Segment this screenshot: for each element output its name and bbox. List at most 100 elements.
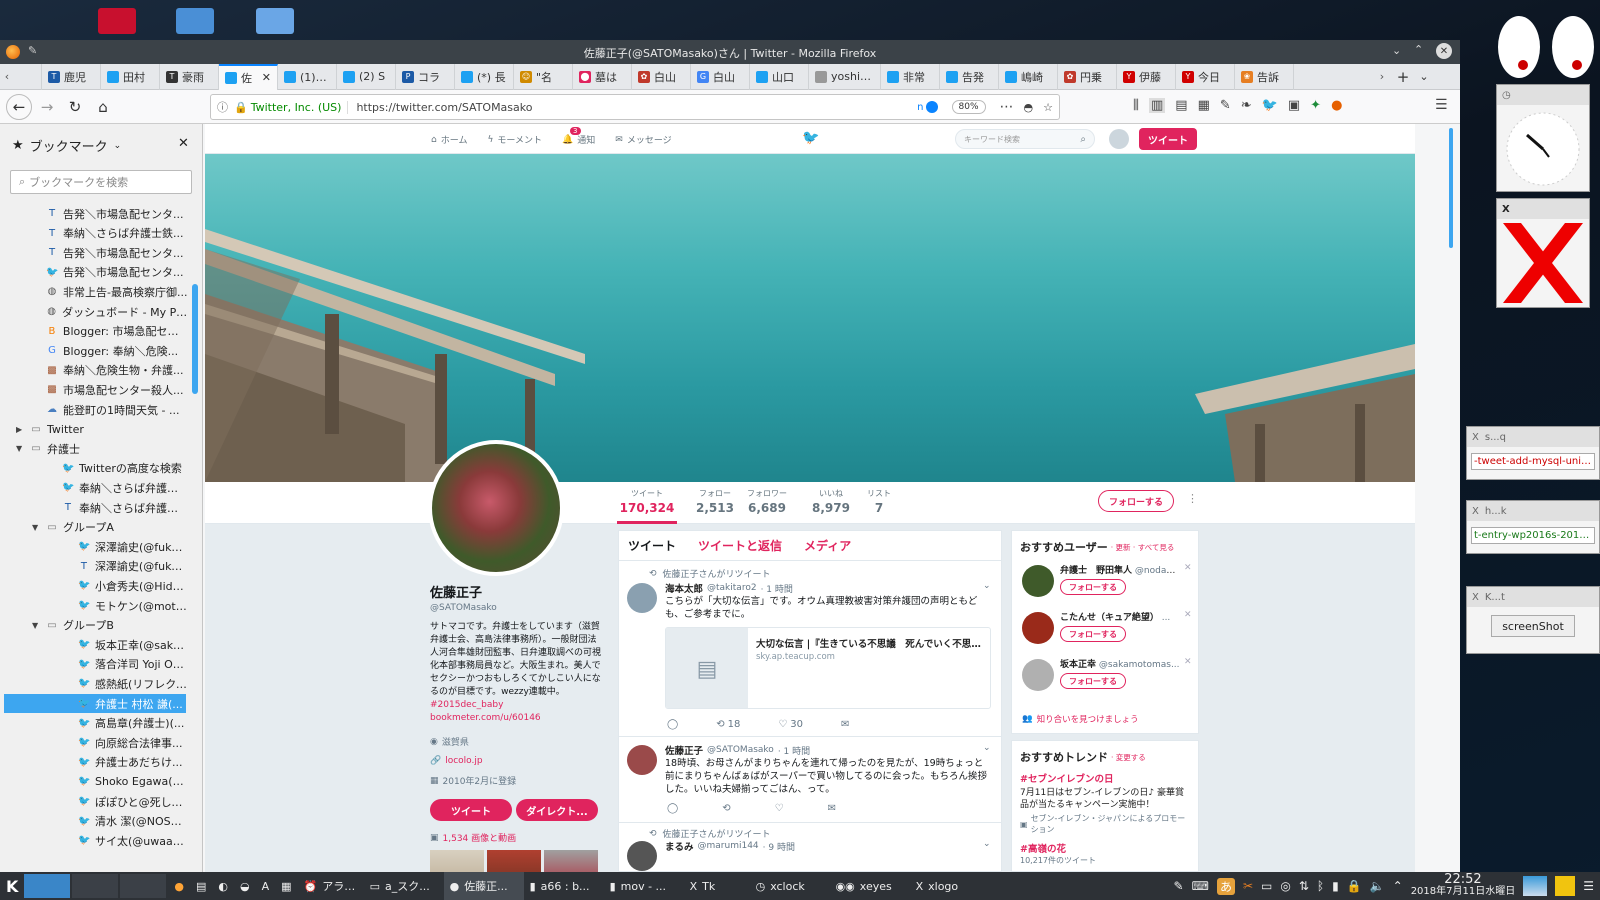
media-thumbnail[interactable] — [430, 850, 484, 872]
profile-handle[interactable]: @SATOMasako — [430, 603, 605, 613]
toggle-dot-icon[interactable] — [925, 101, 938, 113]
tray-display-icon[interactable]: ▭ — [1261, 879, 1272, 893]
maximize-icon[interactable]: ⌃ — [1414, 43, 1423, 56]
lock-icon[interactable]: 🔒 — [234, 101, 248, 114]
home-icon[interactable]: ⌂ — [90, 94, 116, 120]
bookmark-item[interactable]: G Blogger: 奉納＼危険... — [0, 341, 188, 360]
bookmark-item[interactable]: ☁ 能登町の1時間天気 - ... — [0, 400, 188, 419]
site-identity[interactable]: Twitter, Inc. (US) — [251, 100, 349, 114]
suggested-user[interactable]: こたんせ（キュア絶望） ... ✕ フォローする — [1012, 608, 1198, 655]
tweet-author-handle[interactable]: @SATOMasako — [707, 745, 774, 755]
dismiss-icon[interactable]: ✕ — [1184, 610, 1192, 620]
bookmark-item[interactable]: ◍ ダッシュボード - My Pro... — [0, 302, 188, 321]
trend-item[interactable]: #高嶺の花 10,217件のツイート — [1012, 835, 1198, 866]
tweet-avatar[interactable] — [627, 583, 657, 613]
forward-icon[interactable]: → — [34, 94, 60, 120]
screenshot-button[interactable]: screenShot — [1491, 615, 1575, 637]
bookmark-item[interactable]: 🐦 ぽぽひと@死して... — [0, 792, 188, 811]
folder-expanded-icon[interactable]: ▼ — [16, 444, 22, 453]
tray-volume-icon[interactable]: 🔈 — [1370, 879, 1385, 893]
note-text[interactable]: -tweet-add-mysql-uniq.r — [1471, 453, 1595, 470]
bookmark-item[interactable]: 🐦 落合洋司 Yoji Oc... — [0, 655, 188, 674]
minimize-icon[interactable]: ⌄ — [1392, 44, 1401, 57]
desktop-3[interactable] — [120, 874, 167, 898]
browser-tab[interactable]: 非常 — [881, 63, 940, 90]
close-tab-icon[interactable]: ✕ — [262, 71, 271, 84]
tray-pen-icon[interactable]: ✎ — [1174, 879, 1184, 893]
browser-tab[interactable]: (*) 長 — [455, 63, 514, 90]
desktop-1[interactable] — [24, 874, 71, 898]
find-friends-link[interactable]: 👥 知り合いを見つけましょう — [1022, 713, 1139, 725]
tab-media[interactable]: メディア — [804, 537, 851, 554]
browser-tab[interactable]: (2) S — [337, 63, 396, 90]
reply-icon[interactable]: ◯ — [667, 803, 678, 814]
extension-n-icon[interactable]: n — [917, 102, 923, 113]
folder-collapsed-icon[interactable]: ▶ — [16, 425, 22, 434]
xlogo-titlebar[interactable]: X — [1497, 199, 1589, 219]
bookmark-star-icon[interactable]: ☆ — [1043, 101, 1053, 114]
close-sidebar-icon[interactable]: ✕ — [178, 136, 189, 151]
folder-expanded-icon[interactable]: ▼ — [32, 621, 38, 630]
browser-tab[interactable]: ✿ 白山 — [632, 63, 691, 90]
profile-stat[interactable]: ツイート 170,324 — [617, 488, 677, 524]
browser-tab[interactable]: 告発 — [940, 63, 999, 90]
taskbar-task[interactable]: ▭ a_スク... — [364, 872, 444, 900]
url-bar[interactable]: ⓘ 🔒 Twitter, Inc. (US) https://twitter.c… — [210, 94, 1060, 120]
like-button[interactable]: ♡ 30 — [778, 719, 803, 730]
all-tabs-icon[interactable]: ⌄ — [1414, 70, 1434, 83]
tab-partial[interactable] — [14, 63, 42, 90]
profile-stat[interactable]: リスト 7 — [849, 488, 909, 515]
profile-stat[interactable]: フォロー 2,513 — [685, 488, 745, 515]
nav-messages[interactable]: ✉ メッセージ — [615, 133, 671, 147]
profile-website[interactable]: locolo.jp — [445, 756, 482, 766]
chevron-down-icon[interactable]: ⌄ — [983, 581, 991, 591]
folder-expanded-icon[interactable]: ▼ — [32, 523, 38, 532]
tab-tweets[interactable]: ツイート — [628, 537, 676, 554]
follow-button[interactable]: フォローする — [1060, 579, 1126, 595]
screenshot-tool-window[interactable]: X K...t screenShot — [1466, 586, 1600, 654]
bookmark-item[interactable]: 🐦 小倉秀夫(@Hide... — [0, 576, 188, 595]
avatar[interactable] — [1022, 612, 1054, 644]
bookmark-item[interactable]: 🐦 深澤諭史(@fuka... — [0, 537, 188, 556]
reader-icon[interactable]: ▤ — [1175, 98, 1187, 113]
bookmark-item[interactable]: 🐦 告発＼市場急配センタ... — [0, 263, 188, 282]
terminal-launcher-icon[interactable]: ▦ — [275, 872, 297, 900]
taskbar-task[interactable]: ◷ xclock — [750, 872, 830, 900]
taskbar-task[interactable]: ▮ a66 : b... — [524, 872, 604, 900]
tab-scroll-left-icon[interactable]: ‹ — [0, 70, 14, 83]
firefox-launcher-icon[interactable]: ● — [168, 872, 190, 900]
xclock-titlebar[interactable]: ◷ — [1497, 85, 1589, 105]
retweet-icon[interactable]: ⟲ — [722, 803, 730, 814]
bookmark-item[interactable]: 🐦 感熱紙(リフレクタ... — [0, 674, 188, 693]
hamburger-menu-icon[interactable]: ☰ — [1435, 97, 1448, 113]
bookmark-folder[interactable]: ▶ ▭ Twitter — [0, 420, 188, 439]
more-options-icon[interactable]: ⋮ — [1187, 492, 1198, 505]
tweet[interactable]: ⟲ 佐藤正子さんがリツイート まるみ @marumi144 · 9 時間 ⌄ — [619, 823, 1001, 871]
dm-share-icon[interactable]: ✉ — [828, 803, 836, 814]
url-text[interactable]: https://twitter.com/SATOMasako — [356, 101, 917, 114]
twitter-bird-icon[interactable]: 🐦 — [802, 130, 819, 146]
tk-titlebar[interactable]: X K...t — [1467, 587, 1599, 607]
bookmark-item[interactable]: T 告発＼市場急配センタ... — [0, 204, 188, 223]
heart-icon[interactable]: ♡ — [775, 803, 784, 814]
reply-icon[interactable]: ◯ — [667, 719, 678, 730]
kde-menu-icon[interactable]: K — [0, 872, 24, 900]
compose-tweet-button[interactable]: ツイート — [1139, 128, 1197, 150]
bookmark-item[interactable]: T 奉納＼さらば弁護士鉄... — [0, 224, 188, 243]
bookmark-item[interactable]: 🐦 サイ太(@uwaaaa... — [0, 831, 188, 850]
bookmark-item[interactable]: 🐦 弁護士 村松 謙(... — [4, 694, 186, 713]
tweet-author-handle[interactable]: @takitaro2 — [707, 583, 757, 593]
grid-icon[interactable]: ▦ — [1198, 98, 1210, 113]
dictionary-launcher-icon[interactable]: A — [256, 872, 276, 900]
browser-tab[interactable]: ❀ 告訴 — [1235, 63, 1294, 90]
tweet-author-name[interactable]: 海本太郎 — [665, 581, 703, 595]
xclock-window[interactable]: ◷ — [1496, 84, 1590, 192]
browser-tab[interactable]: ⬤ 墓は — [573, 63, 632, 90]
taskbar-task[interactable]: ◉◉ xeyes — [830, 872, 910, 900]
page-scrollbar[interactable] — [1449, 128, 1453, 248]
bookmark-item[interactable]: 🐦 清水 潔(@NOSU... — [0, 812, 188, 831]
taskbar-task[interactable]: ⏰ アラーム — [298, 872, 364, 900]
direct-message-button[interactable]: ダイレクト... — [516, 799, 598, 821]
pager[interactable] — [24, 874, 168, 898]
browser-tab[interactable]: (1) 渡 — [278, 63, 337, 90]
